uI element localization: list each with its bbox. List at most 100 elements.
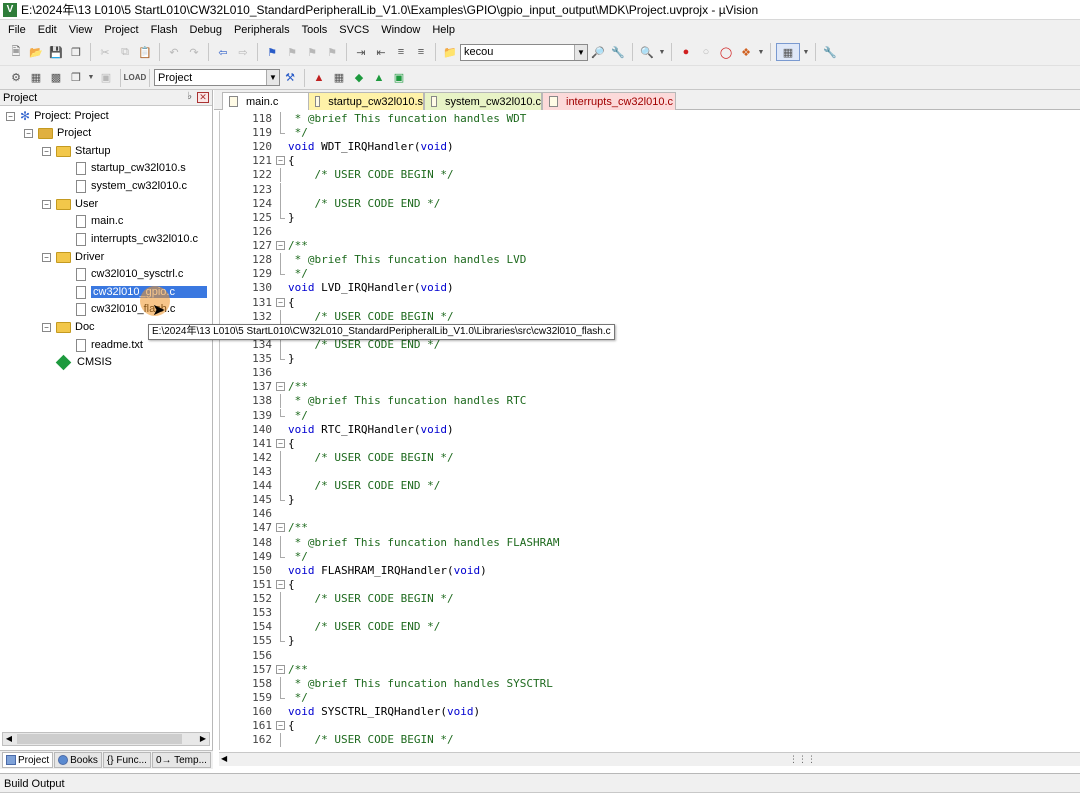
collapse-icon[interactable]: − — [42, 146, 51, 156]
tab-functions[interactable]: {} Func... — [102, 752, 151, 768]
code-line[interactable]: 151−{ — [220, 578, 1080, 592]
code-line[interactable]: 159 */ — [220, 690, 1080, 705]
fold-collapse-icon[interactable]: − — [276, 297, 285, 307]
editor-tab-interrupts[interactable]: interrupts_cw32l010.c — [542, 92, 676, 110]
code-line[interactable]: 126 — [220, 225, 1080, 239]
clear-bookmarks-icon[interactable]: ⚑ — [323, 43, 341, 61]
fold-collapse-icon[interactable]: − — [276, 721, 285, 731]
target-options-icon[interactable]: ⚒ — [281, 69, 299, 87]
configure-wrench-icon[interactable]: 🔧 — [821, 43, 839, 61]
code-line[interactable]: 147−/** — [220, 521, 1080, 535]
tree-file[interactable]: startup_cw32l010.s — [76, 160, 186, 176]
fold-collapse-icon[interactable]: − — [276, 438, 285, 448]
pin-icon[interactable]: ♭ — [187, 91, 192, 102]
stop-build-icon[interactable]: ▣ — [97, 69, 115, 87]
collapse-icon[interactable]: − — [42, 252, 51, 262]
code-line[interactable]: 127−/** — [220, 239, 1080, 253]
chevron-down-icon[interactable]: ▼ — [574, 44, 587, 60]
rebuild-icon[interactable]: ▩ — [47, 69, 65, 87]
save-all-icon[interactable]: ❐ — [67, 43, 85, 61]
code-line[interactable]: 121−{ — [220, 154, 1080, 168]
tree-file[interactable]: interrupts_cw32l010.c — [76, 231, 198, 247]
navigate-forward-icon[interactable]: ⇨ — [234, 43, 252, 61]
pack-installer-icon[interactable]: ▲ — [370, 69, 388, 87]
code-line[interactable]: 136 — [220, 366, 1080, 380]
code-line[interactable]: 161−{ — [220, 719, 1080, 733]
code-line[interactable]: 145} — [220, 493, 1080, 507]
tree-target[interactable]: − Project — [24, 125, 91, 141]
unindent-icon[interactable]: ⇤ — [372, 43, 390, 61]
code-line[interactable]: 131−{ — [220, 296, 1080, 310]
comment-icon[interactable]: ≡ — [392, 43, 410, 61]
manage-packs-icon[interactable]: ▦ — [330, 69, 348, 87]
code-line[interactable]: 143 — [220, 465, 1080, 479]
code-line[interactable]: 129 */ — [220, 267, 1080, 281]
menu-view[interactable]: View — [63, 24, 99, 36]
kill-all-breakpoints-icon[interactable]: ❖ — [737, 43, 755, 61]
code-line[interactable]: 148 * @brief This funcation handles FLAS… — [220, 535, 1080, 550]
code-line[interactable]: 152 /* USER CODE BEGIN */ — [220, 592, 1080, 607]
code-line[interactable]: 140 void RTC_IRQHandler(void) — [220, 423, 1080, 437]
select-packs-icon[interactable]: ◆ — [350, 69, 368, 87]
scroll-left-icon[interactable]: ◀ — [221, 754, 227, 763]
project-horizontal-scrollbar[interactable]: ◀ ▶ — [2, 732, 210, 746]
tree-file[interactable]: cw32l010_sysctrl.c — [76, 266, 183, 282]
cut-icon[interactable]: ✂ — [96, 43, 114, 61]
navigate-back-icon[interactable]: ⇦ — [214, 43, 232, 61]
menu-flash[interactable]: Flash — [145, 24, 184, 36]
fold-collapse-icon[interactable]: − — [276, 382, 285, 392]
menu-edit[interactable]: Edit — [32, 24, 63, 36]
collapse-icon[interactable]: − — [6, 111, 15, 121]
code-line[interactable]: 142 /* USER CODE BEGIN */ — [220, 450, 1080, 465]
translate-icon[interactable]: ⚙ — [7, 69, 25, 87]
find-in-files-icon[interactable]: 📁 — [441, 43, 459, 61]
chevron-down-icon[interactable]: ▼ — [802, 43, 810, 61]
code-line[interactable]: 158 * @brief This funcation handles SYSC… — [220, 676, 1080, 691]
editor-horizontal-scrollbar[interactable]: ◀ ⋮⋮⋮ — [219, 752, 1080, 766]
menu-help[interactable]: Help — [426, 24, 461, 36]
rte-icon[interactable]: ▣ — [390, 69, 408, 87]
code-line[interactable]: 157−/** — [220, 663, 1080, 677]
code-line[interactable]: 141−{ — [220, 437, 1080, 451]
menu-window[interactable]: Window — [375, 24, 426, 36]
uncomment-icon[interactable]: ≡ — [412, 43, 430, 61]
menu-peripherals[interactable]: Peripherals — [228, 24, 296, 36]
chevron-down-icon[interactable]: ▼ — [658, 43, 666, 61]
menu-file[interactable]: File — [2, 24, 32, 36]
fold-collapse-icon[interactable]: − — [276, 241, 285, 251]
code-editor[interactable]: 118 * @brief This funcation handles WDT 1… — [219, 111, 1080, 750]
find-icon[interactable]: 🔎 — [589, 43, 607, 61]
chevron-down-icon[interactable]: ▼ — [266, 70, 279, 85]
code-line[interactable]: 144 /* USER CODE END */ — [220, 479, 1080, 494]
disable-breakpoint-icon[interactable]: ○ — [697, 43, 715, 61]
menu-project[interactable]: Project — [98, 24, 144, 36]
tab-books[interactable]: Books — [54, 752, 102, 768]
tree-root[interactable]: − ✻ Project: Project — [6, 108, 109, 124]
indent-icon[interactable]: ⇥ — [352, 43, 370, 61]
tab-templates[interactable]: 0→ Temp... — [151, 752, 211, 768]
code-line[interactable]: 130 void LVD_IRQHandler(void) — [220, 281, 1080, 295]
next-bookmark-icon[interactable]: ⚑ — [303, 43, 321, 61]
code-line[interactable]: 146 — [220, 507, 1080, 521]
code-line[interactable]: 154 /* USER CODE END */ — [220, 620, 1080, 635]
code-line[interactable]: 150 void FLASHRAM_IRQHandler(void) — [220, 564, 1080, 578]
editor-tab-system[interactable]: system_cw32l010.c — [424, 92, 542, 110]
code-line[interactable]: 138 * @brief This funcation handles RTC — [220, 394, 1080, 409]
tree-group-driver[interactable]: − Driver — [42, 249, 104, 265]
fold-collapse-icon[interactable]: − — [276, 156, 285, 166]
code-line[interactable]: 135} — [220, 352, 1080, 366]
bookmark-icon[interactable]: ⚑ — [263, 43, 281, 61]
build-output-body[interactable] — [0, 792, 1080, 799]
build-icon[interactable]: ▦ — [27, 69, 45, 87]
menu-svcs[interactable]: SVCS — [333, 24, 375, 36]
close-icon[interactable]: ✕ — [197, 92, 209, 103]
target-combo[interactable]: Project ▼ — [154, 69, 280, 86]
code-line[interactable]: 134 /* USER CODE END */ — [220, 337, 1080, 352]
code-line[interactable]: 132 /* USER CODE BEGIN */ — [220, 309, 1080, 324]
editor-tab-startup[interactable]: startup_cw32l010.s — [308, 92, 424, 110]
tree-file[interactable]: system_cw32l010.c — [76, 178, 187, 194]
window-layout-icon[interactable]: ▦ — [776, 43, 800, 61]
code-line[interactable]: 118 * @brief This funcation handles WDT — [220, 112, 1080, 126]
tree-cmsis[interactable]: CMSIS — [55, 354, 112, 370]
code-line[interactable]: 153 — [220, 606, 1080, 621]
